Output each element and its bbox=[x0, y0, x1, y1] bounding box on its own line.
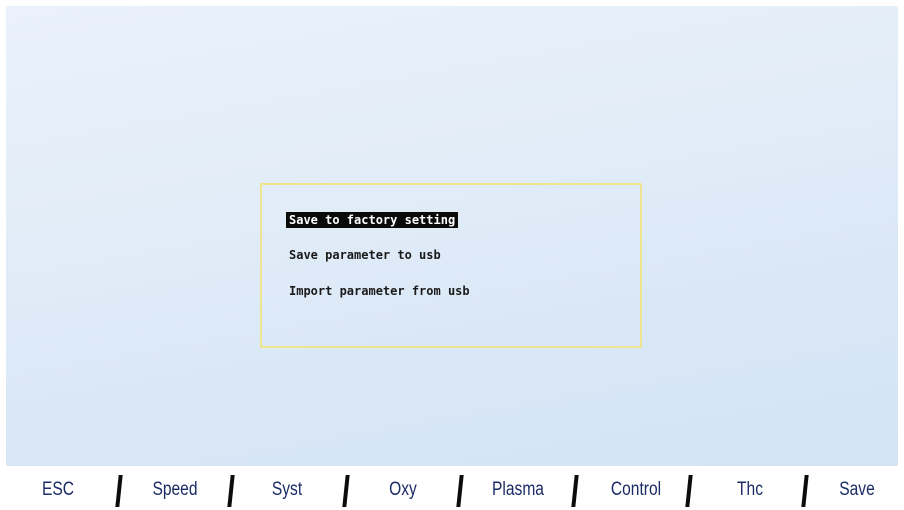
separator bbox=[342, 475, 350, 507]
fkey-thc[interactable]: Thc bbox=[709, 470, 791, 510]
fkey-syst[interactable]: Syst bbox=[250, 470, 324, 510]
separator bbox=[115, 475, 123, 507]
function-key-bar: ESC Speed Syst Oxy Plasma Control Thc Sa… bbox=[0, 470, 904, 510]
fkey-speed[interactable]: Speed bbox=[141, 470, 208, 510]
menu-item-import-usb[interactable]: Import parameter from usb bbox=[286, 283, 473, 299]
separator bbox=[801, 475, 809, 507]
fkey-oxy[interactable]: Oxy bbox=[366, 470, 440, 510]
separator bbox=[456, 475, 464, 507]
separator bbox=[571, 475, 579, 507]
menu-item-save-factory[interactable]: Save to factory setting bbox=[286, 212, 459, 228]
separator bbox=[227, 475, 235, 507]
fkey-control[interactable]: Control bbox=[593, 470, 678, 510]
separator bbox=[685, 475, 693, 507]
parameter-dialog: Save to factory setting Save parameter t… bbox=[260, 183, 642, 348]
fkey-esc[interactable]: ESC bbox=[25, 470, 91, 510]
lcd-screen: Save to factory setting Save parameter t… bbox=[6, 6, 898, 466]
fkey-plasma[interactable]: Plasma bbox=[477, 470, 559, 510]
fkey-save[interactable]: Save bbox=[820, 470, 894, 510]
menu-item-save-usb[interactable]: Save parameter to usb bbox=[286, 247, 444, 263]
